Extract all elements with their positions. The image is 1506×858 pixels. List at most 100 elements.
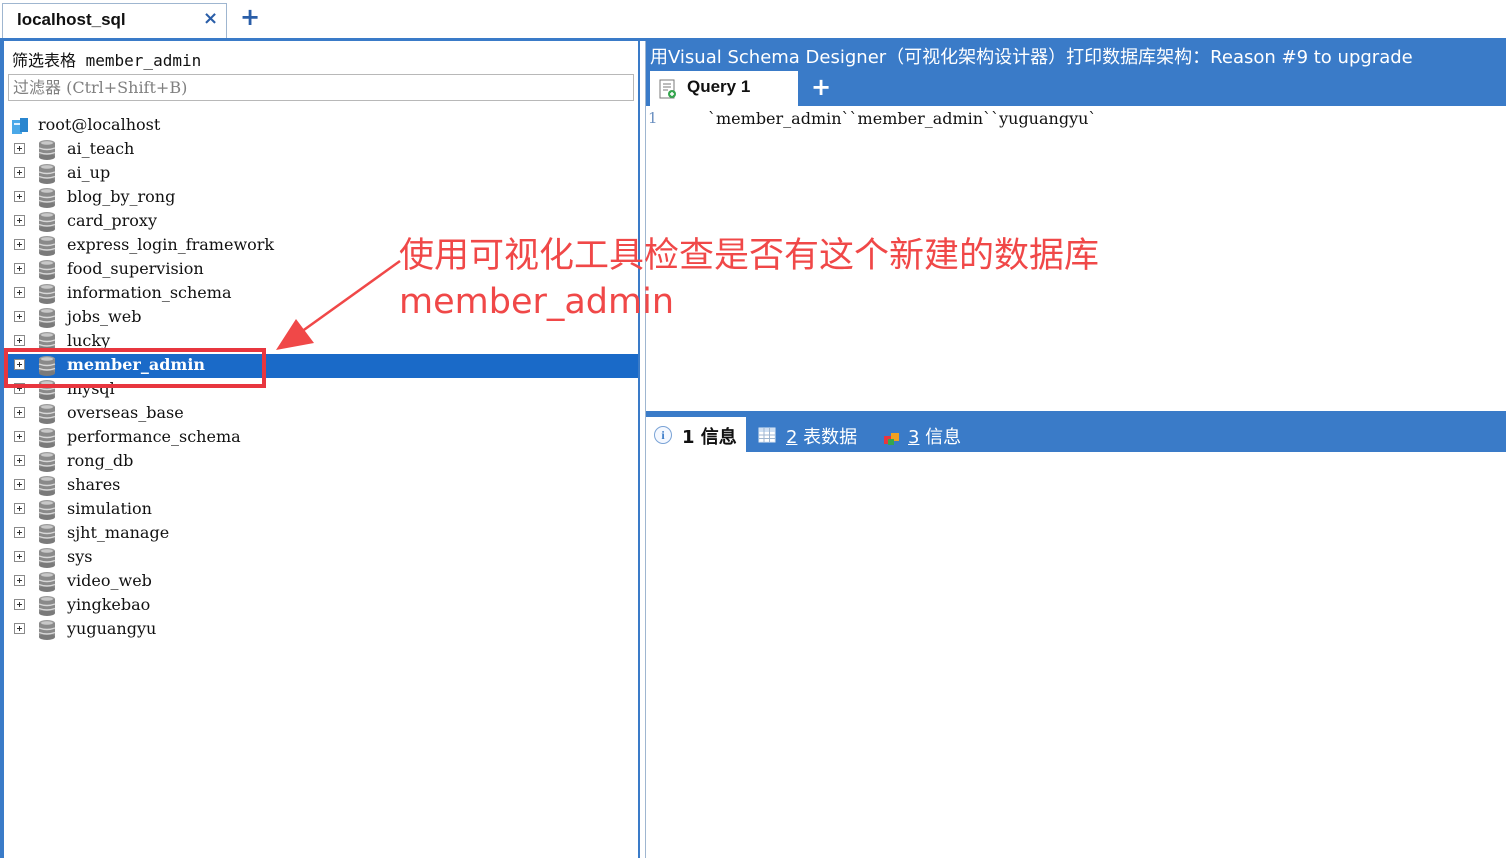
expand-toggle-icon[interactable] [14,287,25,298]
tree-item-label: simulation [67,499,152,518]
expand-toggle-icon[interactable] [14,263,25,274]
expand-toggle-icon[interactable] [14,239,25,250]
tab-messages-label: 3 信息 [908,427,962,448]
tree-item-label: shares [67,475,121,494]
database-icon [38,595,56,617]
line-number: 1 [648,109,658,127]
database-icon [38,427,56,449]
tree-item-database[interactable]: simulation [4,498,638,522]
expand-toggle-icon[interactable] [14,335,25,346]
tab-info-label: 1 信息 [682,427,737,448]
expand-toggle-icon[interactable] [14,551,25,562]
expand-toggle-icon[interactable] [14,407,25,418]
tree-root-label: root@localhost [38,115,161,134]
tree-item-label: information_schema [67,283,232,302]
database-icon [38,259,56,281]
tree-item-database[interactable]: sys [4,546,638,570]
connection-tab-strip: localhost_sql × + [0,0,1506,41]
filter-label: 筛选表格 member_admin [12,51,202,70]
tree-item-database[interactable]: ai_teach [4,138,638,162]
expand-toggle-icon[interactable] [14,503,25,514]
object-browser: 筛选表格 member_admin root@localhost ai_teac… [0,41,638,858]
tree-item-database[interactable]: ai_up [4,162,638,186]
database-icon [38,571,56,593]
connection-tab-label: localhost_sql [17,10,126,29]
messages-icon [884,433,899,445]
close-icon[interactable]: × [203,8,218,29]
tree-item-database[interactable]: blog_by_rong [4,186,638,210]
expand-toggle-icon[interactable] [14,479,25,490]
filter-input[interactable] [8,74,634,101]
info-icon: i [654,426,672,444]
new-connection-tab-button[interactable]: + [240,3,260,31]
tree-item-database[interactable]: rong_db [4,450,638,474]
tab-info[interactable]: i 1 信息 [646,417,746,452]
tree-item-label: sjht_manage [67,523,170,542]
tree-item-label: ai_up [67,163,111,182]
tree-item-database[interactable]: video_web [4,570,638,594]
database-icon [38,235,56,257]
database-icon [38,163,56,185]
database-icon [38,547,56,569]
database-icon [38,283,56,305]
tree-item-label: video_web [67,571,152,590]
code-line[interactable]: `member_admin``member_admin``yuguangyu` [708,109,1096,128]
tree-item-label: blog_by_rong [67,187,176,206]
database-icon [38,187,56,209]
expand-toggle-icon[interactable] [14,167,25,178]
tree-item-label: ai_teach [67,139,135,158]
expand-toggle-icon[interactable] [14,623,25,634]
expand-toggle-icon[interactable] [14,191,25,202]
tree-root[interactable]: root@localhost [4,114,638,138]
database-icon [38,403,56,425]
tree-item-database[interactable]: performance_schema [4,426,638,450]
tree-item-database[interactable]: yuguangyu [4,618,638,642]
tab-query-label: Query 1 [687,77,751,96]
upgrade-banner[interactable]: 用Visual Schema Designer（可视化架构设计器）打印数据库架构… [646,41,1506,71]
tab-query-1[interactable]: Query 1 [650,71,798,106]
expand-toggle-icon[interactable] [14,599,25,610]
new-query-tab-button[interactable]: + [811,73,831,101]
tree-item-database[interactable]: yingkebao [4,594,638,618]
tree-item-label: food_supervision [67,259,204,278]
query-tab-bar: Query 1 + [646,71,1506,106]
database-icon [38,475,56,497]
database-icon [38,523,56,545]
tree-item-database[interactable]: shares [4,474,638,498]
tree-item-database[interactable]: sjht_manage [4,522,638,546]
database-icon [38,619,56,641]
tree-item-label: card_proxy [67,211,157,230]
tree-item-label: overseas_base [67,403,184,422]
tree-item-database[interactable]: overseas_base [4,402,638,426]
connection-tab[interactable]: localhost_sql × [2,3,227,38]
pane-splitter[interactable] [638,41,646,858]
annotation-arrow-icon [276,259,401,350]
expand-toggle-icon[interactable] [14,527,25,538]
tree-item-label: sys [67,547,93,566]
expand-toggle-icon[interactable] [14,575,25,586]
result-tab-bar: i 1 信息 2 表数据 3 信息 [646,411,1506,452]
results-panel [646,452,1506,858]
tree-item-label: performance_schema [67,427,241,446]
database-icon [38,451,56,473]
expand-toggle-icon[interactable] [14,143,25,154]
tree-item-label: rong_db [67,451,134,470]
database-icon [38,211,56,233]
tree-item-label: yingkebao [67,595,151,614]
database-icon [38,499,56,521]
server-icon [12,118,28,134]
table-grid-icon [758,427,776,443]
tree-item-label: yuguangyu [67,619,157,638]
database-icon [38,139,56,161]
tree-item-label: express_login_framework [67,235,275,254]
upgrade-banner-text: 用Visual Schema Designer（可视化架构设计器）打印数据库架构… [650,47,1413,68]
highlight-box [4,348,266,388]
expand-toggle-icon[interactable] [14,311,25,322]
expand-toggle-icon[interactable] [14,455,25,466]
tree-item-database[interactable]: card_proxy [4,210,638,234]
expand-toggle-icon[interactable] [14,431,25,442]
annotation-text: 使用可视化工具检查是否有这个新建的数据库 member_admin [399,236,1100,322]
tree-item-label: jobs_web [67,307,142,326]
expand-toggle-icon[interactable] [14,215,25,226]
tab-table-data-label: 2 表数据 [786,427,858,448]
